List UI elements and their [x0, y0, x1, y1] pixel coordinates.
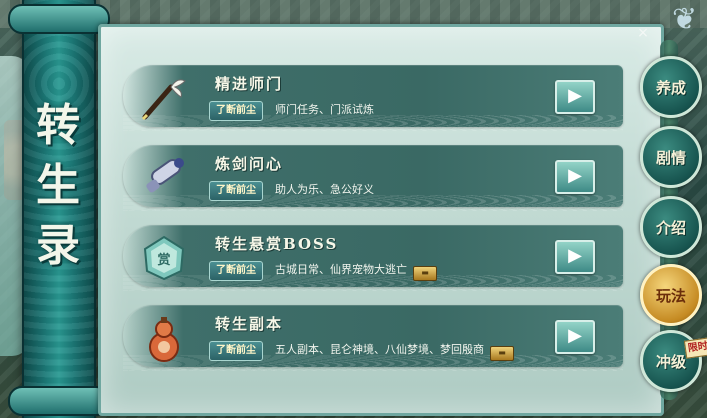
limited-time-badge: 限时 [683, 337, 707, 359]
gourd-icon [135, 309, 193, 367]
activity-desc-text: 古城日常、仙界宠物大逃亡 [275, 263, 407, 276]
banner-title-char: 生 [36, 160, 80, 211]
activity-name: 转生副本 [215, 315, 284, 333]
scroll-cap-top [8, 4, 110, 34]
activity-desc-text: 师门任务、门派试炼 [275, 103, 374, 116]
activity-panel: × 精进师门 了断前尘 师门任务、门派试炼 ▶ 炼剑问心 了断前尘 助人为乐、急… [98, 24, 664, 416]
title-scroll-banner: 转 生 录 [0, 0, 110, 418]
brush-pen-icon [135, 69, 193, 127]
activity-desc: 助人为乐、急公好义 [275, 181, 374, 199]
banner-title: 转 生 录 [30, 96, 86, 276]
tab-label: 介绍 [655, 218, 686, 237]
tab-story[interactable]: 剧情 [640, 126, 702, 188]
scroll-icon [135, 149, 193, 207]
go-button[interactable]: ▶ [555, 160, 595, 194]
close-button[interactable]: × [635, 25, 651, 41]
activity-tag: 了断前尘 [209, 181, 263, 201]
activity-desc: 师门任务、门派试炼 [275, 101, 374, 119]
tab-gameplay[interactable]: 玩法 [640, 264, 702, 326]
tab-intro[interactable]: 介绍 [640, 196, 702, 258]
activity-desc: 五人副本、昆仑神境、八仙梦境、梦回殷商 ▬ [275, 341, 514, 361]
tab-label: 冲级 [655, 352, 686, 371]
tab-cultivate[interactable]: 养成 [640, 56, 702, 118]
svg-text:赏: 赏 [157, 252, 170, 268]
lock-icon: ▬ [490, 346, 514, 361]
activity-desc-text: 助人为乐、急公好义 [275, 183, 374, 196]
lock-icon: ▬ [413, 266, 437, 281]
go-button[interactable]: ▶ [555, 320, 595, 354]
activity-row: 精进师门 了断前尘 师门任务、门派试炼 ▶ [123, 65, 623, 131]
activity-tag: 了断前尘 [209, 101, 263, 121]
banner-title-char: 转 [36, 100, 80, 151]
activity-row: 赏 转生悬赏BOSS 了断前尘 古城日常、仙界宠物大逃亡 ▬ ▶ [123, 225, 623, 291]
activity-name: 转生悬赏BOSS [215, 235, 339, 253]
bounty-token-icon: 赏 [135, 229, 193, 287]
activity-row: 转生副本 了断前尘 五人副本、昆仑神境、八仙梦境、梦回殷商 ▬ ▶ [123, 305, 623, 371]
tab-level-up[interactable]: 冲级 限时 [640, 330, 707, 392]
banner-title-char: 录 [36, 220, 80, 271]
activity-name: 炼剑问心 [215, 155, 284, 173]
butterfly-icon: ❦ [672, 2, 698, 37]
go-button[interactable]: ▶ [555, 80, 595, 114]
activity-desc: 古城日常、仙界宠物大逃亡 ▬ [275, 261, 437, 281]
activity-desc-text: 五人副本、昆仑神境、八仙梦境、梦回殷商 [275, 343, 484, 356]
activity-tag: 了断前尘 [209, 341, 263, 361]
go-button[interactable]: ▶ [555, 240, 595, 274]
tab-label: 剧情 [655, 148, 686, 167]
tab-label: 玩法 [655, 286, 686, 305]
tab-label: 养成 [655, 78, 686, 97]
activity-tag: 了断前尘 [209, 261, 263, 281]
activity-name: 精进师门 [215, 75, 284, 93]
activity-row: 炼剑问心 了断前尘 助人为乐、急公好义 ▶ [123, 145, 623, 211]
scroll-cap-bottom [8, 386, 110, 416]
